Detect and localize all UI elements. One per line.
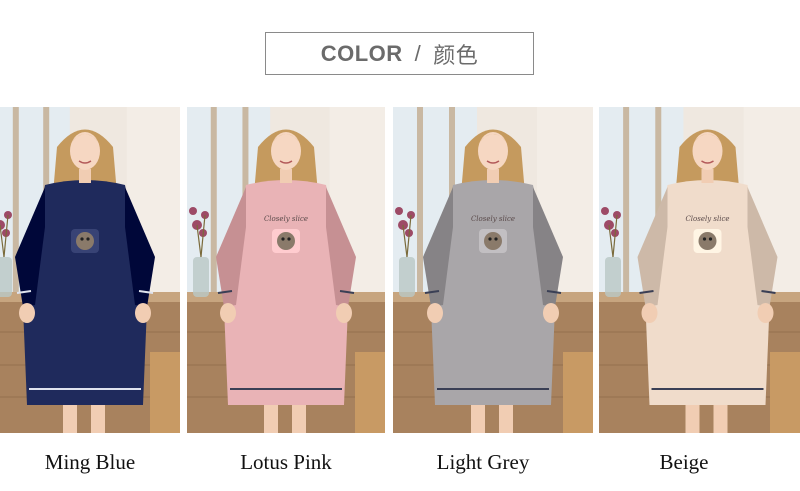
product-photo-light-grey[interactable]: Closely slice bbox=[393, 107, 593, 433]
color-title-en: COLOR bbox=[320, 40, 403, 66]
color-title-zh: 颜色 bbox=[433, 43, 479, 69]
color-title-separator: / bbox=[414, 40, 422, 66]
product-photo-ming-blue[interactable] bbox=[0, 107, 180, 433]
color-title-box: COLOR / 颜色 bbox=[265, 32, 534, 75]
variant-label-lotus-pink: Lotus Pink bbox=[240, 450, 332, 474]
variant-label-light-grey: Light Grey bbox=[436, 450, 530, 474]
product-photo-beige[interactable]: Closely slice bbox=[599, 107, 800, 433]
variant-label-ming-blue: Ming Blue bbox=[44, 450, 136, 474]
dress-print-text: Closely slice bbox=[685, 215, 729, 223]
variant-label-beige: Beige bbox=[659, 450, 709, 474]
product-photo-lotus-pink[interactable]: Closely slice bbox=[187, 107, 385, 433]
dress-print-text: Closely slice bbox=[471, 215, 515, 223]
dress-print-text: Closely slice bbox=[264, 215, 308, 223]
